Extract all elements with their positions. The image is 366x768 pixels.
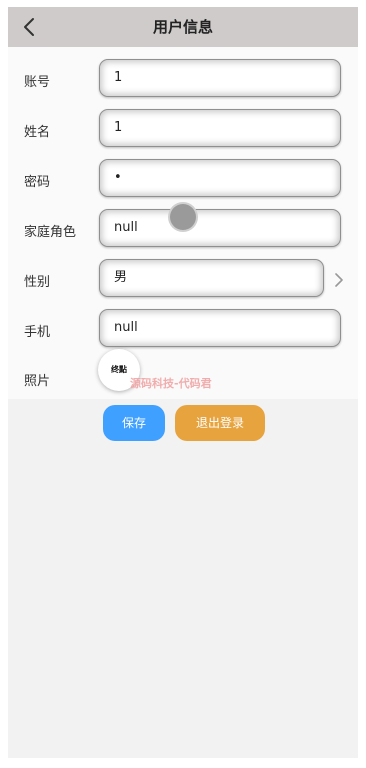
user-info-screen: 用户信息 账号 1 姓名 1 密码 • 家庭角色 null 性别 男 手机 nu… [8,7,358,758]
chevron-right-icon[interactable] [334,273,344,287]
family-role-field[interactable]: null [99,209,341,247]
phone-field[interactable]: null [99,309,341,347]
watermark: 源码科技-代码君 [130,377,212,390]
page-title: 用户信息 [152,18,213,36]
account-field[interactable]: 1 [99,59,341,97]
account-label: 账号 [24,75,51,90]
password-label: 密码 [24,175,51,190]
name-label: 姓名 [24,125,51,140]
photo-label: 照片 [24,374,51,389]
logout-button[interactable]: 退出登录 [175,405,265,441]
touch-indicator [170,204,196,230]
nav-bar: 用户信息 [8,7,358,47]
save-button[interactable]: 保存 [103,405,165,441]
password-field[interactable]: • [99,159,341,197]
name-field[interactable]: 1 [99,109,341,147]
family-role-label: 家庭角色 [24,225,77,240]
gender-label: 性别 [24,275,51,290]
gender-select[interactable]: 男 [99,259,324,297]
phone-label: 手机 [24,325,51,340]
